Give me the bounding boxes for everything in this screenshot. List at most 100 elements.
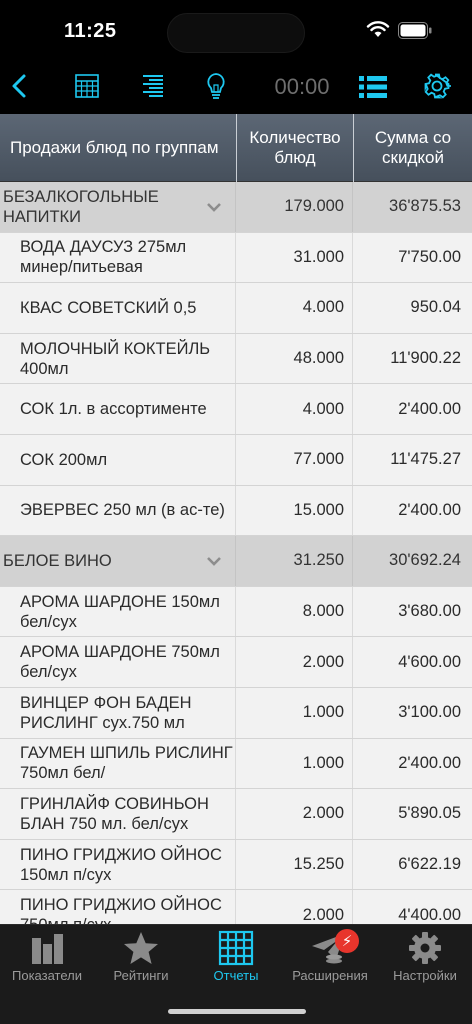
promo-badge: ⚡ — [335, 929, 359, 953]
table-row[interactable]: ВИНЦЕР ФОН БАДЕН РИСЛИНГ сух.750 мл 1.000… — [0, 687, 472, 739]
chevron-left-icon — [12, 74, 26, 98]
quantity-cell: 179.000 — [284, 197, 344, 216]
sum-cell: 2'400.00 — [398, 399, 461, 418]
sum-cell: 3'680.00 — [398, 602, 461, 621]
tab-label: Отчеты — [213, 968, 259, 983]
tab-label: Рейтинги — [113, 968, 169, 983]
sum-cell: 6'622.19 — [398, 855, 461, 874]
item-name: АРОМА ШАРДОНЕ 150мл бел/сух — [20, 592, 220, 631]
calendar-grid-icon — [75, 74, 99, 98]
quantity-cell: 2.000 — [302, 804, 344, 823]
tab-settings[interactable]: Настройки — [378, 925, 472, 991]
quantity-cell: 2.000 — [302, 652, 344, 671]
item-name: КВАС СОВЕТСКИЙ 0,5 — [20, 298, 197, 317]
status-bar: 11:25 — [0, 0, 472, 62]
tips-button[interactable] — [200, 70, 232, 102]
quantity-cell: 1.000 — [302, 703, 344, 722]
item-name: СОК 1л. в ассортименте — [20, 400, 207, 419]
chevron-down-icon[interactable] — [206, 556, 222, 566]
gear-icon — [424, 73, 451, 99]
grid-icon — [218, 930, 254, 966]
quantity-cell: 4.000 — [302, 298, 344, 317]
item-name: МОЛОЧНЫЙ КОКТЕЙЛЬ 400мл — [20, 339, 211, 378]
sum-cell: 2'400.00 — [398, 500, 461, 519]
sum-cell: 11'475.27 — [390, 450, 461, 469]
dynamic-island — [167, 13, 305, 53]
home-indicator — [168, 1009, 306, 1014]
quantity-cell: 48.000 — [293, 349, 344, 368]
tab-extensions[interactable]: ⚡ Расширения — [283, 925, 377, 991]
wifi-icon — [366, 21, 390, 37]
table-row[interactable]: КВАС СОВЕТСКИЙ 0,5 4.000 950.04 — [0, 283, 472, 334]
group-row[interactable]: БЕЛОЕ ВИНО 31.250 30'692.24 — [0, 536, 472, 587]
column-header-quantity[interactable]: Количество блюд — [236, 114, 353, 182]
table-row[interactable]: СОК 1л. в ассортименте 4.000 2'400.00 — [0, 384, 472, 435]
sum-cell: 4'400.00 — [398, 905, 461, 924]
table-row[interactable]: АРОМА ШАРДОНЕ 750мл бел/сух 2.000 4'600.00 — [0, 637, 472, 688]
group-name: БЕЗАЛКОГОЛЬНЫЕ НАПИТКИ — [3, 187, 159, 226]
table-row[interactable]: ПИНО ГРИДЖИО ОЙНОС 750мл п/сух 2.000 4'400… — [0, 890, 472, 924]
chevron-down-icon[interactable] — [206, 202, 222, 212]
list-view-button[interactable] — [356, 70, 390, 104]
item-name: ПИНО ГРИДЖИО ОЙНОС 150мл п/сух — [20, 845, 222, 884]
tab-label: Показатели — [12, 968, 82, 983]
sum-cell: 7'750.00 — [398, 247, 461, 266]
lightbulb-icon — [207, 73, 225, 99]
quantity-cell: 1.000 — [302, 753, 344, 772]
sum-cell: 36'875.53 — [389, 197, 461, 216]
sum-cell: 3'100.00 — [398, 703, 461, 722]
sum-cell: 11'900.22 — [390, 349, 461, 368]
item-name: СОК 200мл — [20, 450, 108, 469]
table-row[interactable]: ГРИНЛАЙФ СОВИНЬОН БЛАН 750 мл. бел/сух 2.… — [0, 789, 472, 840]
align-right-lines-icon — [143, 75, 163, 97]
item-name: ГАУМЕН ШПИЛЬ РИСЛИНГ 750мл бел/ — [20, 744, 233, 783]
sum-cell: 950.04 — [410, 298, 461, 317]
report-table[interactable]: БЕЗАЛКОГОЛЬНЫЕ НАПИТКИ 179.000 36'875.53 ВО… — [0, 182, 472, 924]
item-name: АРОМА ШАРДОНЕ 750мл бел/сух — [20, 643, 220, 682]
group-name: БЕЛОЕ ВИНО — [3, 551, 112, 570]
quantity-cell: 15.250 — [293, 855, 344, 874]
status-time: 11:25 — [64, 20, 117, 42]
item-name: ГРИНЛАЙФ СОВИНЬОН БЛАН 750 мл. бел/сух — [20, 794, 209, 833]
column-header-group[interactable]: Продажи блюд по группам — [0, 114, 236, 182]
quantity-cell: 4.000 — [302, 399, 344, 418]
table-header: Продажи блюд по группам Количество блюд … — [0, 114, 472, 182]
table-row[interactable]: СОК 200мл 77.000 11'475.27 — [0, 434, 472, 486]
list-icon — [359, 76, 387, 98]
tab-label: Расширения — [292, 968, 368, 983]
quantity-cell: 31.250 — [293, 551, 344, 570]
table-row[interactable]: ВОДА ДАУСУЗ 275мл минер/питьевая 31.000 7'… — [0, 232, 472, 284]
table-row[interactable]: ГАУМЕН ШПИЛЬ РИСЛИНГ 750мл бел/1.000 2'40… — [0, 738, 472, 790]
sum-cell: 5'890.05 — [398, 804, 461, 823]
column-header-sum[interactable]: Сумма со скидкой — [353, 114, 472, 182]
sum-cell: 2'400.00 — [398, 753, 461, 772]
table-row[interactable]: МОЛОЧНЫЙ КОКТЕЙЛЬ 400мл 48.000 11'900.22 — [0, 333, 472, 385]
sum-cell: 30'692.24 — [389, 551, 461, 570]
battery-icon — [398, 22, 432, 39]
table-row[interactable]: АРОМА ШАРДОНЕ 150мл бел/сух 8.000 3'680.00 — [0, 586, 472, 638]
table-row[interactable]: ПИНО ГРИДЖИО ОЙНОС 150мл п/сух 15.250 6'62… — [0, 839, 472, 891]
item-name: ВОДА ДАУСУЗ 275мл минер/питьевая — [20, 238, 187, 277]
bar-chart-icon — [32, 934, 63, 964]
tab-reports[interactable]: Отчеты — [189, 925, 283, 991]
quantity-cell: 2.000 — [302, 905, 344, 924]
tab-indicators[interactable]: Показатели — [0, 925, 94, 991]
quantity-cell: 31.000 — [293, 247, 344, 266]
align-button[interactable] — [137, 70, 169, 102]
quantity-cell: 8.000 — [302, 602, 344, 621]
toolbar: 00:00 — [0, 62, 472, 114]
timer-display: 00:00 — [274, 74, 330, 99]
settings-button[interactable] — [421, 70, 453, 102]
group-row[interactable]: БЕЗАЛКОГОЛЬНЫЕ НАПИТКИ 179.000 36'875.53 — [0, 182, 472, 233]
item-name: ПИНО ГРИДЖИО ОЙНОС 750мл п/сух — [20, 896, 222, 924]
sum-cell: 4'600.00 — [398, 652, 461, 671]
item-name: ВИНЦЕР ФОН БАДЕН РИСЛИНГ сух.750 мл — [20, 693, 192, 732]
tab-label: Настройки — [393, 968, 457, 983]
item-name: ЭВЕРВЕС 250 мл (в ас-те) — [20, 501, 225, 520]
back-button[interactable] — [4, 70, 36, 102]
calendar-button[interactable] — [71, 70, 103, 102]
tab-ratings[interactable]: Рейтинги — [94, 925, 188, 991]
star-icon — [124, 932, 158, 964]
gear-icon — [409, 932, 441, 964]
table-row[interactable]: ЭВЕРВЕС 250 мл (в ас-те) 15.000 2'400.00 — [0, 485, 472, 537]
